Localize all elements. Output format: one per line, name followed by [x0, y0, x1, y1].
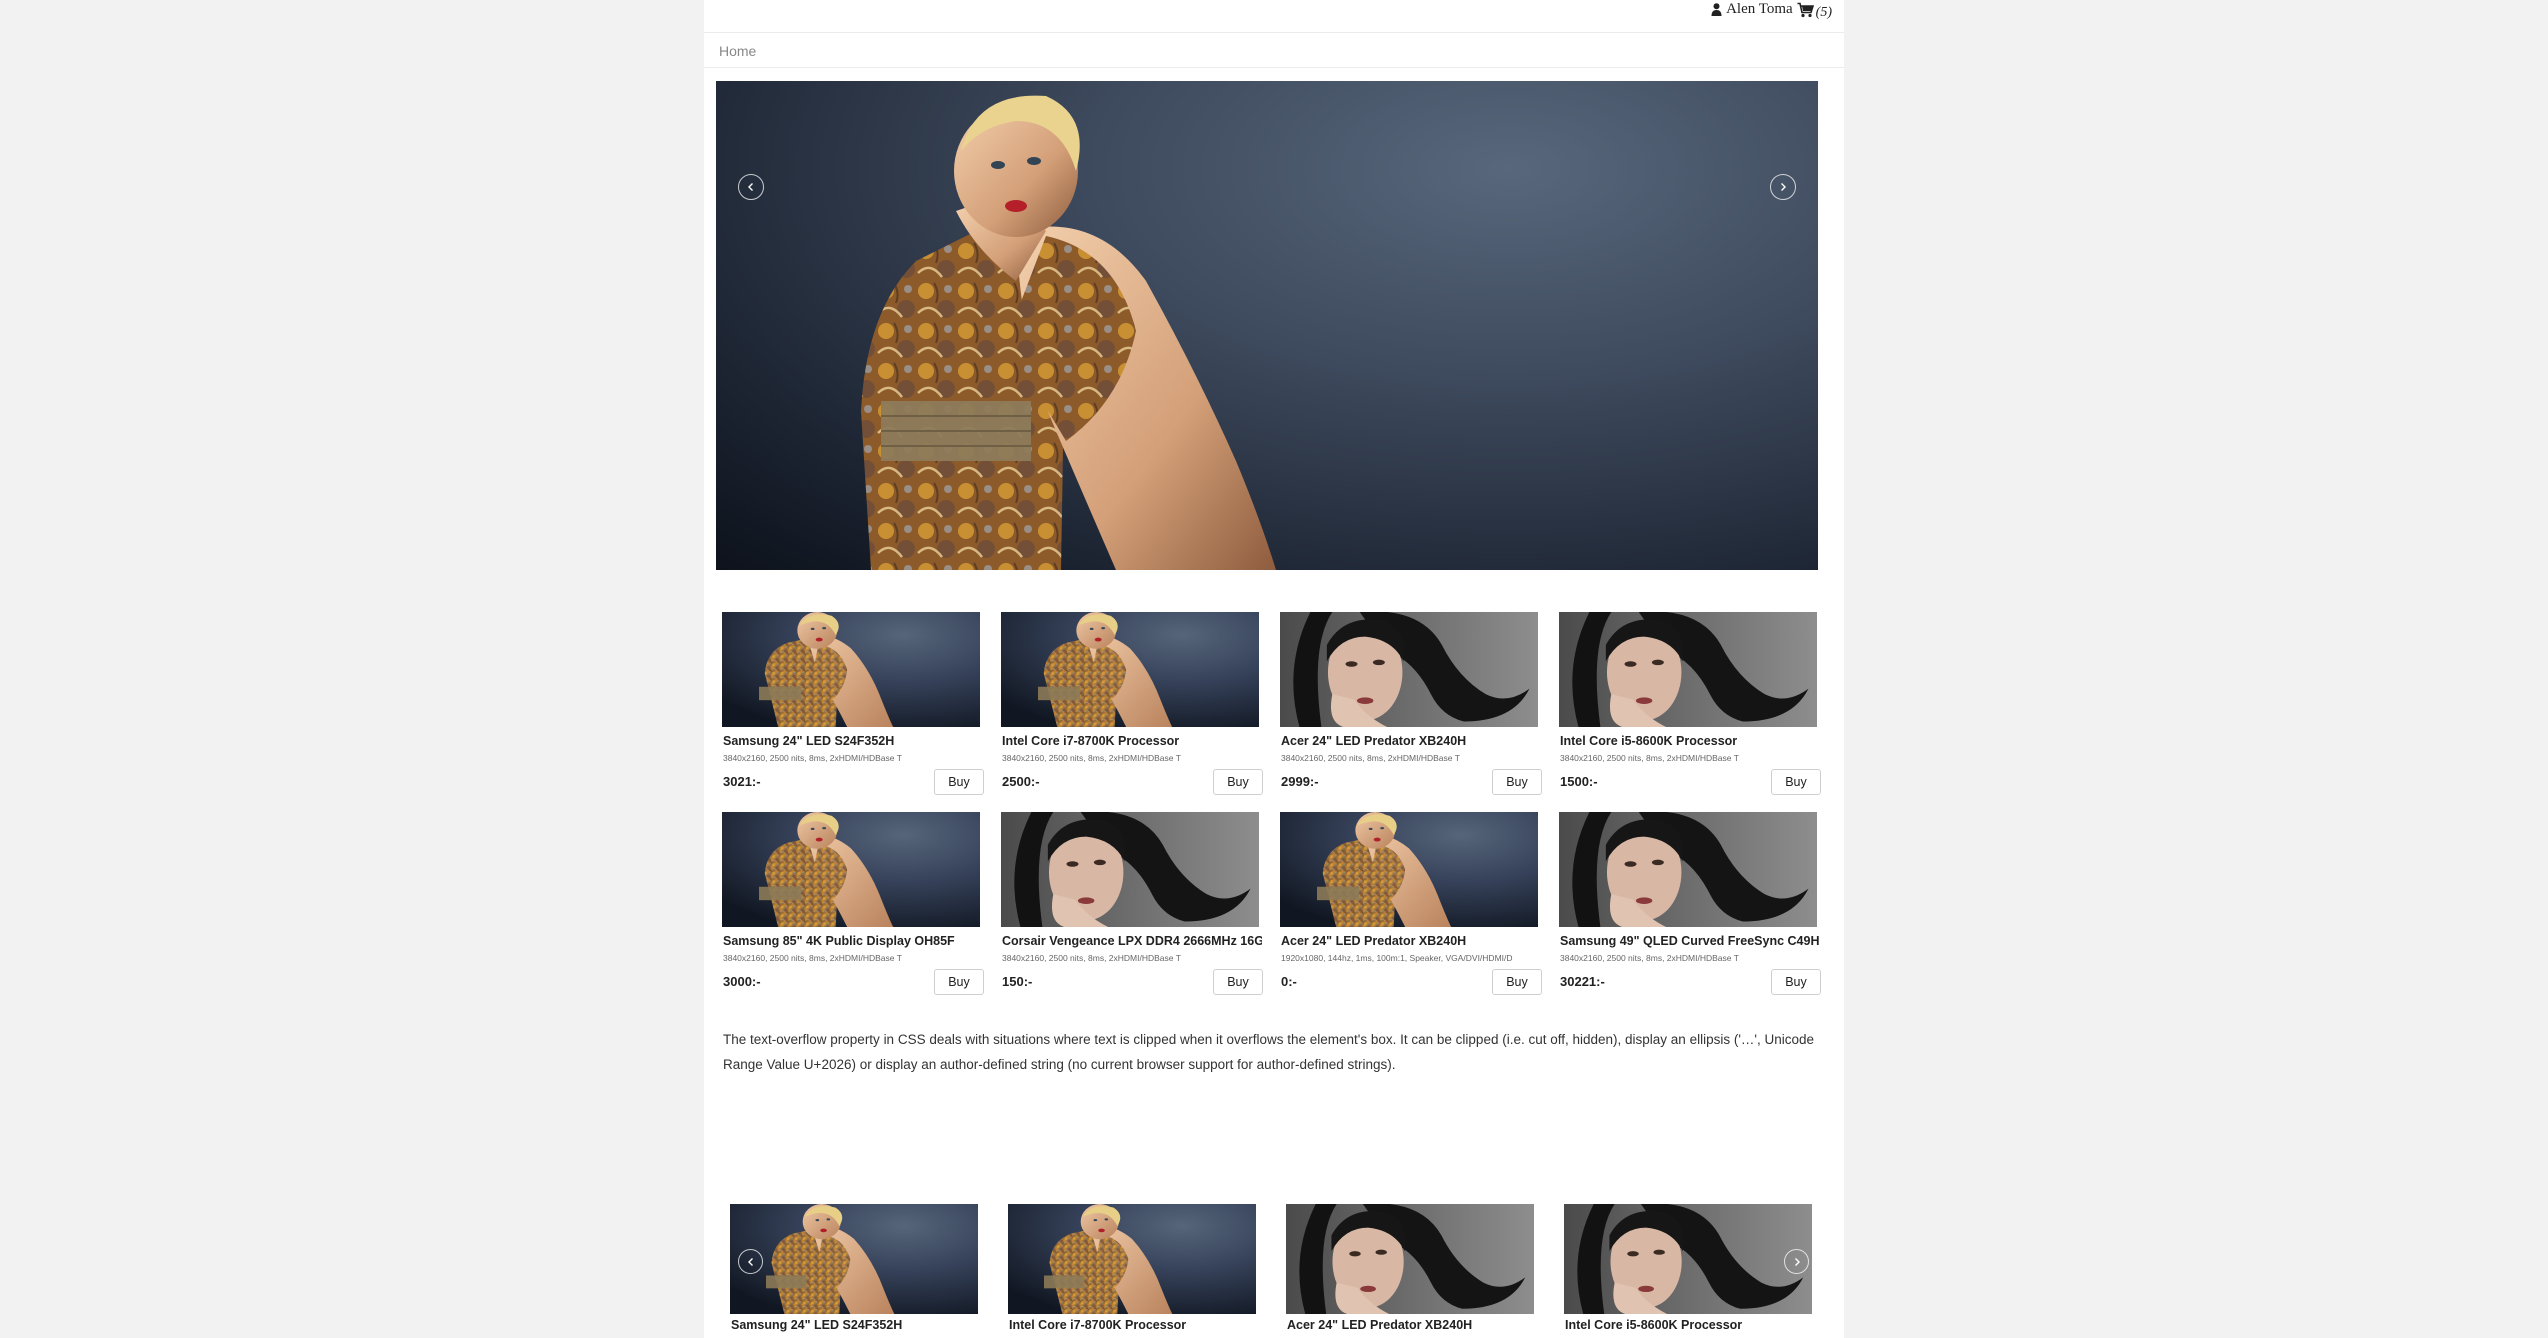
hero-prev-button[interactable] [738, 174, 764, 200]
cart-icon[interactable] [1797, 2, 1814, 18]
product-title[interactable]: Acer 24" LED Predator XB240H [1281, 934, 1541, 948]
product-price: 0:- [1281, 974, 1297, 989]
buy-button[interactable]: Buy [1492, 769, 1542, 795]
hero-image [861, 95, 1276, 570]
top-bar: Alen Toma (5) [704, 0, 1844, 33]
product-card: Samsung 49" QLED Curved FreeSync C49HG90… [1559, 812, 1821, 995]
user-name[interactable]: Alen Toma [1726, 1, 1793, 18]
product-title[interactable]: Intel Core i7-8700K Processor [1002, 734, 1262, 748]
product-spec: 3840x2160, 2500 nits, 8ms, 2xHDMI/HDBase… [1560, 753, 1739, 763]
carousel-item-title[interactable]: Acer 24" LED Predator XB240H [1287, 1318, 1472, 1332]
chevron-right-icon [1794, 1257, 1800, 1266]
product-spec: 3840x2160, 2500 nits, 8ms, 2xHDMI/HDBase… [1281, 753, 1460, 763]
product-image[interactable] [1001, 612, 1259, 727]
product-spec: 3840x2160, 2500 nits, 8ms, 2xHDMI/HDBase… [1002, 753, 1181, 763]
buy-button[interactable]: Buy [1213, 969, 1263, 995]
product-title[interactable]: Intel Core i5-8600K Processor [1560, 734, 1820, 748]
carousel-item-title[interactable]: Intel Core i5-8600K Processor [1565, 1318, 1742, 1332]
carousel-item[interactable]: Samsung 24" LED S24F352H [730, 1204, 978, 1332]
product-price: 1500:- [1560, 774, 1598, 789]
carousel-item-title[interactable]: Intel Core i7-8700K Processor [1009, 1318, 1186, 1332]
buy-button[interactable]: Buy [934, 769, 984, 795]
carousel-item-title[interactable]: Samsung 24" LED S24F352H [731, 1318, 902, 1332]
product-title[interactable]: Samsung 49" QLED Curved FreeSync C49HG90 [1560, 934, 1820, 948]
product-carousel: Samsung 24" LED S24F352H Intel Core i7-8… [704, 1204, 1844, 1338]
product-card: Samsung 85" 4K Public Display OH85F 3840… [722, 812, 984, 995]
buy-button[interactable]: Buy [1213, 769, 1263, 795]
product-image[interactable] [1280, 812, 1538, 927]
buy-button[interactable]: Buy [1771, 769, 1821, 795]
cart-count: (5) [1815, 4, 1832, 20]
buy-button[interactable]: Buy [1492, 969, 1542, 995]
carousel-item-image[interactable] [1564, 1204, 1812, 1314]
carousel-prev-button[interactable] [738, 1249, 763, 1274]
product-price: 150:- [1002, 974, 1033, 989]
carousel-item-image[interactable] [1286, 1204, 1534, 1314]
product-price: 30221:- [1560, 974, 1605, 989]
product-spec: 3840x2160, 2500 nits, 8ms, 2xHDMI/HDBase… [1560, 953, 1739, 963]
user-icon [1711, 3, 1722, 16]
product-price: 2500:- [1002, 774, 1040, 789]
carousel-item[interactable]: Intel Core i5-8600K Processor [1564, 1204, 1812, 1332]
product-image[interactable] [1559, 812, 1817, 927]
product-price: 3000:- [723, 974, 761, 989]
chevron-left-icon [747, 1257, 753, 1266]
page-container: Alen Toma (5) Home Samsung 24" LED S24F3… [704, 0, 1844, 1338]
breadcrumb: Home [704, 33, 1844, 68]
chevron-left-icon [748, 183, 753, 191]
product-card: Acer 24" LED Predator XB240H 1920x1080, … [1280, 812, 1542, 995]
hero-carousel [716, 81, 1818, 570]
product-price: 3021:- [723, 774, 761, 789]
product-spec: 3840x2160, 2500 nits, 8ms, 2xHDMI/HDBase… [723, 953, 902, 963]
product-spec: 3840x2160, 2500 nits, 8ms, 2xHDMI/HDBase… [723, 753, 902, 763]
product-title[interactable]: Corsair Vengeance LPX DDR4 2666MHz 16GB [1002, 934, 1262, 948]
buy-button[interactable]: Buy [934, 969, 984, 995]
product-card: Intel Core i7-8700K Processor 3840x2160,… [1001, 612, 1263, 795]
user-menu[interactable]: Alen Toma (5) [1711, 1, 1832, 20]
buy-button[interactable]: Buy [1771, 969, 1821, 995]
carousel-item-image[interactable] [730, 1204, 978, 1314]
hero-next-button[interactable] [1770, 174, 1796, 200]
product-price: 2999:- [1281, 774, 1319, 789]
product-card: Samsung 24" LED S24F352H 3840x2160, 2500… [722, 612, 984, 795]
product-spec: 3840x2160, 2500 nits, 8ms, 2xHDMI/HDBase… [1002, 953, 1181, 963]
carousel-item-image[interactable] [1008, 1204, 1256, 1314]
description-text: The text-overflow property in CSS deals … [723, 1032, 1815, 1072]
product-image[interactable] [1280, 612, 1538, 727]
product-title[interactable]: Acer 24" LED Predator XB240H [1281, 734, 1541, 748]
carousel-item[interactable]: Acer 24" LED Predator XB240H [1286, 1204, 1534, 1332]
product-spec: 1920x1080, 144hz, 1ms, 100m:1, Speaker, … [1281, 953, 1513, 963]
product-title[interactable]: Samsung 85" 4K Public Display OH85F [723, 934, 983, 948]
carousel-item[interactable]: Intel Core i7-8700K Processor [1008, 1204, 1256, 1332]
product-image[interactable] [722, 612, 980, 727]
product-image[interactable] [722, 812, 980, 927]
breadcrumb-home[interactable]: Home [719, 43, 756, 59]
product-image[interactable] [1559, 612, 1817, 727]
product-card: Acer 24" LED Predator XB240H 3840x2160, … [1280, 612, 1542, 795]
product-title[interactable]: Samsung 24" LED S24F352H [723, 734, 983, 748]
carousel-next-button[interactable] [1784, 1249, 1809, 1274]
product-card: Intel Core i5-8600K Processor 3840x2160,… [1559, 612, 1821, 795]
product-card: Corsair Vengeance LPX DDR4 2666MHz 16GB … [1001, 812, 1263, 995]
chevron-right-icon [1781, 183, 1786, 191]
product-image[interactable] [1001, 812, 1259, 927]
